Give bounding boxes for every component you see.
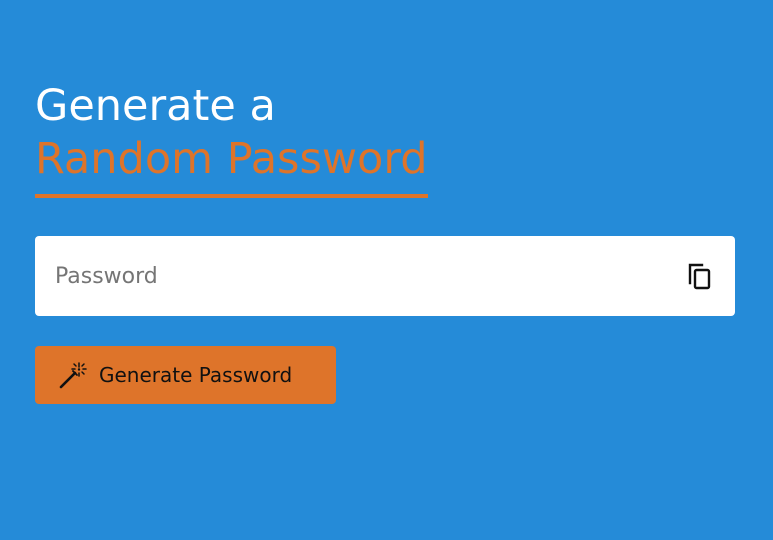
- password-field-container: [35, 236, 735, 316]
- magic-wand-icon: [58, 360, 88, 390]
- generator-panel: Generate a Random Password Password Gene…: [35, 80, 735, 404]
- generate-button-label: Generate Password: [99, 363, 293, 387]
- generate-password-button[interactable]: Generate Password: [35, 346, 336, 404]
- page-title: Generate a Random Password: [35, 80, 735, 198]
- password-input[interactable]: [35, 236, 665, 316]
- title-line-2: Random Password: [35, 133, 428, 198]
- title-line-1: Generate a: [35, 81, 276, 131]
- copy-icon[interactable]: [685, 261, 715, 291]
